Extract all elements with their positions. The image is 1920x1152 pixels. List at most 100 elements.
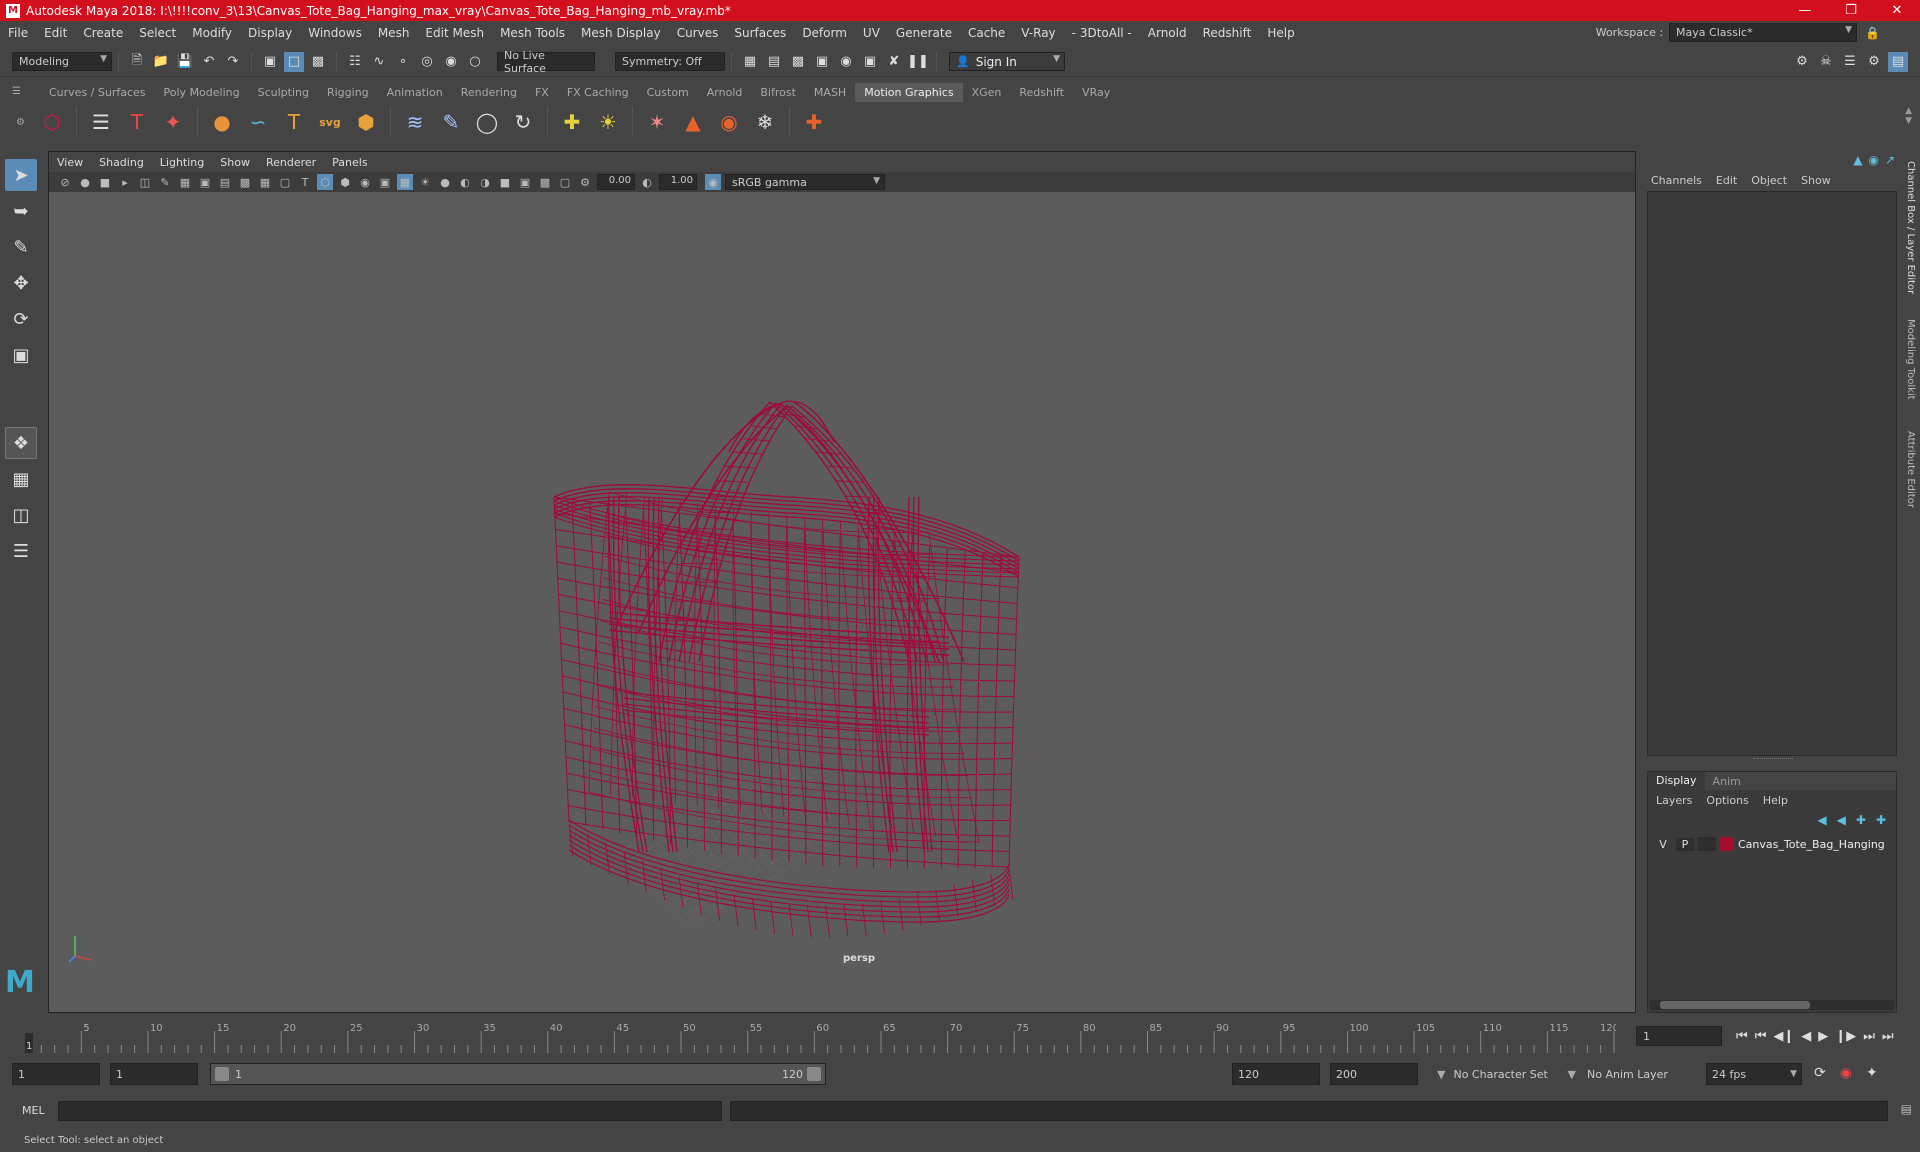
- render-settings-icon[interactable]: ▩: [788, 52, 808, 72]
- smooth-shade-icon[interactable]: ⬢: [337, 174, 353, 190]
- channel-box-menu-object[interactable]: Object: [1751, 174, 1787, 187]
- move-layer-up-icon[interactable]: ◀: [1817, 813, 1826, 827]
- live-surface-dropdown[interactable]: No Live Surface: [497, 49, 595, 75]
- shelf-tab-vray[interactable]: VRay: [1073, 83, 1119, 102]
- menu-redshift[interactable]: Redshift: [1195, 26, 1260, 40]
- snap-view-icon[interactable]: ◎: [417, 52, 437, 72]
- shelf-scroll-icon[interactable]: ▲ ▼: [1905, 106, 1912, 126]
- lock-icon[interactable]: 🔒: [1865, 26, 1880, 40]
- go-to-end-icon[interactable]: ⏭: [1882, 1029, 1894, 1044]
- menu-modify[interactable]: Modify: [184, 26, 240, 40]
- snap-live-icon[interactable]: ○: [465, 52, 485, 72]
- shelf-tab-fx[interactable]: FX: [526, 83, 558, 102]
- redo-icon[interactable]: ↷: [223, 52, 243, 72]
- snap-point-icon[interactable]: ∘: [393, 52, 413, 72]
- play-forwards-icon[interactable]: ▶: [1818, 1029, 1828, 1044]
- xray-icon[interactable]: ▩: [537, 174, 553, 190]
- select-object-icon[interactable]: □: [284, 51, 304, 72]
- workspace-dropdown[interactable]: Maya Classic* ▼: [1669, 23, 1858, 42]
- shelf-tab-rendering[interactable]: Rendering: [452, 83, 526, 102]
- layer-type-toggle[interactable]: [1698, 837, 1716, 851]
- loop-icon[interactable]: ⟳: [1814, 1065, 1826, 1081]
- layer-tab-anim[interactable]: Anim: [1705, 775, 1749, 788]
- save-scene-icon[interactable]: 💾: [175, 52, 195, 72]
- shelf-menu-icon[interactable]: ☰: [12, 86, 21, 97]
- sun-icon[interactable]: ☀: [594, 108, 622, 136]
- restore-button[interactable]: ❐: [1828, 0, 1874, 21]
- menu-arnold[interactable]: Arnold: [1140, 26, 1195, 40]
- lasso-tool-icon[interactable]: ➥: [5, 195, 37, 227]
- exposure-field[interactable]: 0.00: [597, 174, 635, 190]
- sphere-icon[interactable]: ●: [208, 108, 236, 136]
- scrollbar-thumb[interactable]: [1660, 1001, 1810, 1009]
- tool-settings-icon[interactable]: ⚙: [1864, 52, 1884, 72]
- script-editor-icon[interactable]: ▤: [1901, 1102, 1912, 1116]
- pause-icon[interactable]: ❚❚: [907, 52, 929, 72]
- layer-visibility-toggle[interactable]: V: [1654, 838, 1672, 851]
- cloth-icon[interactable]: ◉: [715, 108, 743, 136]
- shelf-tab-mash[interactable]: MASH: [805, 83, 855, 102]
- play-backwards-icon[interactable]: ◀: [1801, 1029, 1811, 1044]
- menu-select[interactable]: Select: [131, 26, 184, 40]
- menu-surfaces[interactable]: Surfaces: [726, 26, 794, 40]
- menu-uv[interactable]: UV: [855, 26, 888, 40]
- new-layer-icon[interactable]: ✚: [1856, 813, 1866, 827]
- color-management-icon[interactable]: ◉: [705, 174, 721, 190]
- step-back-key-icon[interactable]: ⏮: [1755, 1029, 1767, 1044]
- transform-icon[interactable]: ✚: [558, 108, 586, 136]
- menu-file[interactable]: File: [0, 26, 36, 40]
- gamma-field[interactable]: 1.00: [659, 174, 697, 190]
- shelf-tab-fx-caching[interactable]: FX Caching: [558, 83, 638, 102]
- mash-list-icon[interactable]: ☰: [87, 108, 115, 136]
- svg-icon[interactable]: svg: [316, 108, 344, 136]
- field-chart-icon[interactable]: ▦: [257, 174, 273, 190]
- layer-tab-display[interactable]: Display: [1648, 772, 1705, 790]
- type-icon[interactable]: T: [280, 108, 308, 136]
- textured-icon[interactable]: ▣: [377, 174, 393, 190]
- grease-pencil-icon[interactable]: ✎: [157, 174, 173, 190]
- safe-action-icon[interactable]: ▢: [277, 174, 293, 190]
- step-forward-key-icon[interactable]: ⏭: [1863, 1029, 1875, 1044]
- channel-box-icon[interactable]: ▤: [1888, 51, 1908, 72]
- select-hierarchy-icon[interactable]: ▣: [260, 52, 280, 72]
- go-to-start-icon[interactable]: ⏮: [1736, 1029, 1748, 1044]
- 2d-pan-zoom-icon[interactable]: ◫: [137, 174, 153, 190]
- hypershade-icon[interactable]: ▣: [812, 52, 832, 72]
- symmetry-dropdown[interactable]: Symmetry: Off: [615, 52, 725, 71]
- shadows-icon[interactable]: ☀: [417, 174, 433, 190]
- shelf-options-icon[interactable]: ⚙: [16, 117, 34, 128]
- channel-box-menu-channels[interactable]: Channels: [1651, 174, 1702, 187]
- rotate-icon[interactable]: ↻: [509, 108, 537, 136]
- shelf-tab-xgen[interactable]: XGen: [963, 83, 1011, 102]
- type-tool-icon[interactable]: T: [123, 108, 151, 136]
- depth-of-field-icon[interactable]: ■: [497, 174, 513, 190]
- select-component-icon[interactable]: ▩: [308, 52, 328, 72]
- use-all-lights-icon[interactable]: ▦: [397, 174, 413, 190]
- shelf-tab-motion-graphics[interactable]: Motion Graphics: [855, 83, 963, 102]
- menu-deform[interactable]: Deform: [794, 26, 855, 40]
- command-input[interactable]: [58, 1101, 722, 1121]
- minimize-button[interactable]: —: [1782, 0, 1828, 21]
- select-tool-icon[interactable]: ➤: [5, 159, 37, 191]
- image-plane-icon[interactable]: ▸: [117, 174, 133, 190]
- gamma-icon[interactable]: ◐: [639, 174, 655, 190]
- single-perspective-layout-icon[interactable]: ❖: [5, 427, 37, 459]
- new-layer-selected-icon[interactable]: ✚: [1876, 813, 1886, 827]
- snap-curve-icon[interactable]: ∿: [369, 52, 389, 72]
- menu-edit-mesh[interactable]: Edit Mesh: [417, 26, 492, 40]
- outliner-layout-icon[interactable]: ☰: [5, 535, 37, 567]
- snap-surface-icon[interactable]: ◉: [441, 52, 461, 72]
- new-scene-icon[interactable]: 🗎: [127, 52, 147, 72]
- viewport-scene[interactable]: [49, 192, 1635, 1012]
- menu-vray[interactable]: V-Ray: [1013, 26, 1063, 40]
- viewport-menu-show[interactable]: Show: [212, 156, 258, 169]
- attribute-editor-icon[interactable]: ☰: [1840, 52, 1860, 72]
- layer-playback-toggle[interactable]: P: [1676, 837, 1694, 851]
- rail-tab-channel-box[interactable]: Channel Box / Layer Editor: [1905, 161, 1916, 294]
- camera-attributes-icon[interactable]: ⊘: [57, 174, 73, 190]
- curve-network-icon[interactable]: ∽: [244, 108, 272, 136]
- character-controls-icon[interactable]: ☠: [1816, 52, 1836, 72]
- shelf-tab-custom[interactable]: Custom: [638, 83, 698, 102]
- bookmarks-icon[interactable]: ■: [97, 174, 113, 190]
- menu-generate[interactable]: Generate: [888, 26, 960, 40]
